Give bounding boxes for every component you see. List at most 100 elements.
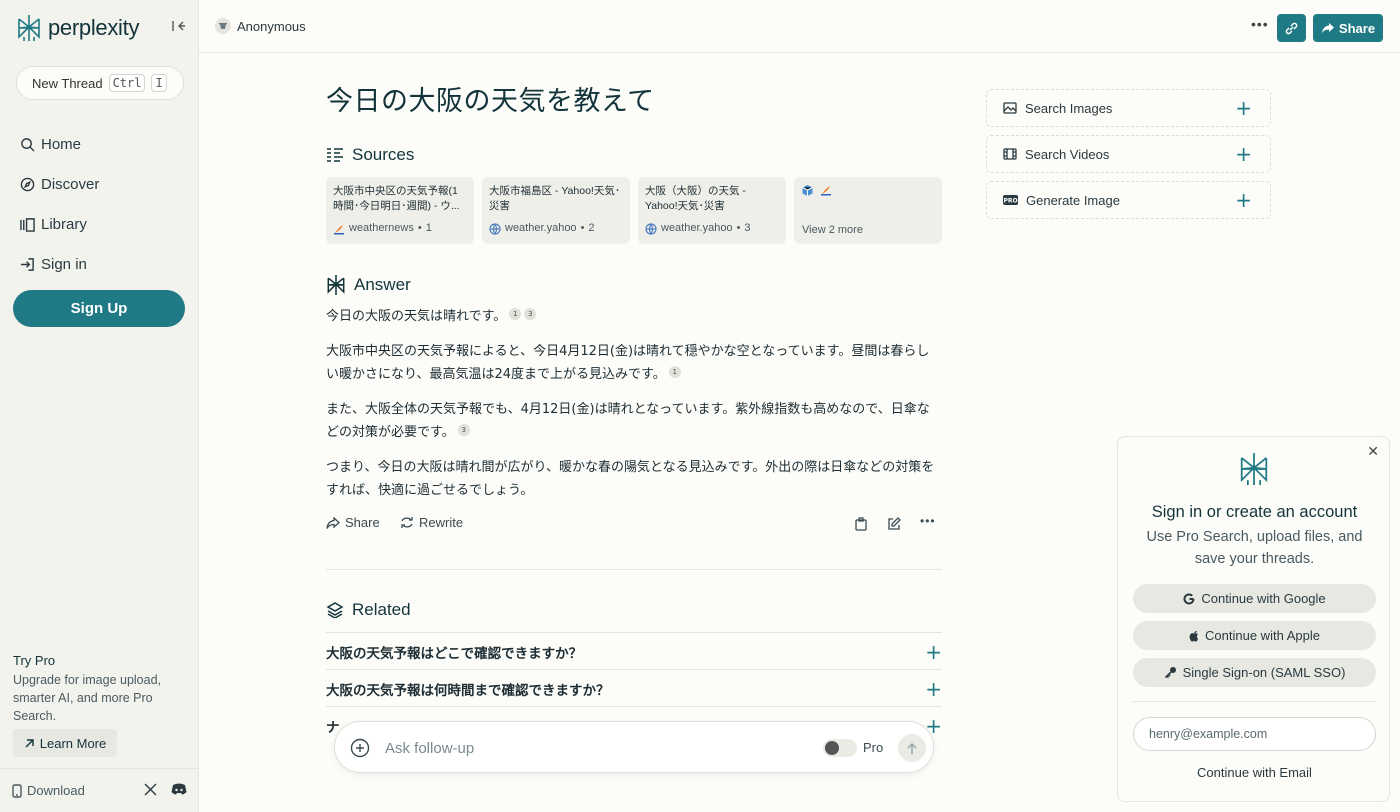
learn-more-button[interactable]: Learn More: [13, 729, 117, 757]
new-thread-label: New Thread: [32, 75, 103, 91]
share-arrow-icon: [1321, 23, 1334, 34]
source-meta: weathernews • 1: [333, 221, 432, 236]
answer-paragraph: また、大阪全体の天気予報でも、4月12日(金)は晴れとなっています。紫外線指数も…: [326, 402, 930, 440]
continue-with-google-button[interactable]: Continue with Google: [1133, 584, 1376, 613]
source-title: 大阪市中央区の天気予報(1時間･今日明日･週間) - ウ...: [333, 185, 460, 212]
pro-icon: PRO: [1003, 195, 1018, 205]
copy-icon[interactable]: [855, 517, 867, 531]
logo[interactable]: perplexity: [16, 14, 139, 42]
plus-icon: +: [1235, 96, 1252, 120]
source-site: weather.yahoo: [661, 222, 733, 234]
rewrite-button[interactable]: Rewrite: [400, 515, 463, 530]
shortcut-key-i: I: [151, 74, 167, 92]
related-question[interactable]: 大阪の天気予報は何時間まで確認できますか？ +: [326, 669, 942, 707]
citation-badge[interactable]: 3: [524, 308, 537, 320]
answer-body: 今日の大阪の天気は晴れです。 1 3 大阪市中央区の天気予報によると、今日4月12日…: [326, 305, 942, 514]
share-label: Share: [1338, 20, 1376, 36]
google-icon: [1183, 592, 1195, 604]
related-icon: [326, 602, 344, 618]
apple-icon: [1189, 630, 1199, 642]
source-card[interactable]: 大阪（大阪）の天気 - Yahoo!天気･災害 weather.yahoo • 3: [638, 177, 786, 244]
shortcut-key-ctrl: Ctrl: [108, 74, 146, 92]
rewrite-icon: [401, 517, 413, 528]
sign-in-icon: [20, 257, 34, 271]
related-question-text: 大阪の天気予報はどこで確認できますか？: [326, 645, 583, 662]
generate-image-button[interactable]: PRO Generate Image +: [986, 181, 1271, 219]
sso-label: Single Sign-on (SAML SSO): [1182, 665, 1346, 680]
edit-icon[interactable]: [887, 517, 901, 531]
source-site: weathernews: [349, 222, 414, 234]
sources-list: 大阪市中央区の天気予報(1時間･今日明日･週間) - ウ... weathern…: [326, 177, 942, 244]
more-actions-icon[interactable]: •••: [920, 514, 936, 528]
answer-actions: Share Rewrite •••: [326, 514, 942, 537]
search-videos-button[interactable]: Search Videos +: [986, 135, 1271, 173]
x-twitter-icon[interactable]: [144, 783, 157, 799]
source-title: 大阪市福島区 - Yahoo!天気･災害: [489, 185, 621, 212]
more-options-icon[interactable]: •••: [1251, 16, 1269, 32]
attach-plus-icon[interactable]: [350, 738, 370, 758]
sign-up-button[interactable]: Sign Up: [13, 290, 185, 327]
sources-heading: Sources: [326, 145, 414, 165]
follow-up-input[interactable]: [385, 736, 805, 760]
answer-paragraph: つまり、今日の大阪は晴れ間が広がり、暖かな春の陽気となる見込みです。外出の際は日…: [326, 460, 935, 498]
sidebar-nav: Home Discover Library Sign in: [20, 124, 99, 284]
sources-icon: [327, 148, 343, 162]
try-pro-text: Upgrade for image upload, smarter AI, an…: [13, 673, 162, 723]
arrow-up-right-icon: [25, 738, 34, 747]
collapse-sidebar-icon[interactable]: [172, 20, 186, 35]
link-icon: [1285, 22, 1298, 34]
close-icon[interactable]: ✕: [1367, 443, 1379, 460]
plus-icon: +: [1235, 188, 1252, 212]
citation-badge[interactable]: 1: [509, 308, 522, 320]
source-card[interactable]: 大阪市福島区 - Yahoo!天気･災害 weather.yahoo • 2: [482, 177, 630, 244]
single-sign-on-button[interactable]: Single Sign-on (SAML SSO): [1133, 658, 1376, 687]
library-icon: [20, 217, 35, 232]
perplexity-logo-icon: [18, 15, 40, 41]
source-site: weather.yahoo: [505, 222, 577, 234]
discord-icon[interactable]: [171, 783, 187, 798]
google-label: Continue with Google: [1201, 591, 1326, 606]
related-question[interactable]: 大阪の天気予報はどこで確認できますか？ +: [326, 632, 942, 670]
view-more-sources-card[interactable]: View 2 more: [794, 177, 942, 244]
sidebar-item-label: Sign in: [41, 255, 87, 273]
answer-paragraph: 大阪市中央区の天気予報によると、今日4月12日(金)は晴れて穏やかな空となってい…: [326, 344, 930, 382]
logo-text: perplexity: [48, 15, 140, 40]
copy-link-button[interactable]: [1277, 14, 1306, 42]
divider: [326, 569, 942, 570]
globe-icon: [489, 222, 501, 235]
sidebar-item-home[interactable]: Home: [20, 124, 99, 164]
svg-text:PRO: PRO: [1003, 198, 1017, 205]
citation-badge[interactable]: 1: [668, 366, 681, 378]
source-card[interactable]: 大阪市中央区の天気予報(1時間･今日明日･週間) - ウ... weathern…: [326, 177, 474, 244]
pro-toggle-knob: [825, 741, 839, 755]
try-pro-promo: Try Pro Upgrade for image upload, smarte…: [13, 652, 188, 725]
send-button[interactable]: [898, 734, 926, 762]
continue-with-email-button[interactable]: Continue with Email: [1118, 765, 1391, 780]
plus-icon: +: [1235, 142, 1252, 166]
share-icon: [326, 516, 340, 529]
answer-heading: Answer: [326, 274, 411, 296]
related-heading: Related: [326, 600, 411, 620]
plus-icon: +: [925, 639, 942, 664]
perplexity-answer-icon: [327, 275, 345, 295]
new-thread-button[interactable]: New Thread Ctrl I: [16, 66, 184, 100]
search-images-button[interactable]: Search Images +: [986, 89, 1271, 127]
sidebar-item-library[interactable]: Library: [20, 204, 99, 244]
share-button[interactable]: Share: [1313, 14, 1383, 42]
source-number: 1: [425, 222, 432, 234]
sign-in-subtitle: Use Pro Search, upload files, and save y…: [1146, 529, 1363, 567]
pro-toggle[interactable]: [823, 739, 857, 757]
share-answer-button[interactable]: Share: [326, 515, 380, 530]
download-link[interactable]: Download: [12, 783, 130, 798]
citation-badge[interactable]: 3: [457, 424, 470, 436]
top-bar: Anonymous ••• Share: [199, 0, 1400, 53]
continue-with-apple-button[interactable]: Continue with Apple: [1133, 621, 1376, 650]
pro-label: Pro: [863, 740, 884, 755]
search-images-label: Search Images: [1025, 100, 1113, 116]
answer-paragraph: 今日の大阪の天気は晴れです。 1 3: [326, 305, 942, 328]
generate-image-label: Generate Image: [1026, 192, 1120, 208]
email-field[interactable]: [1133, 717, 1376, 751]
sidebar-item-sign-in[interactable]: Sign in: [20, 244, 99, 284]
sidebar-item-discover[interactable]: Discover: [20, 164, 99, 204]
search-videos-label: Search Videos: [1025, 146, 1110, 162]
